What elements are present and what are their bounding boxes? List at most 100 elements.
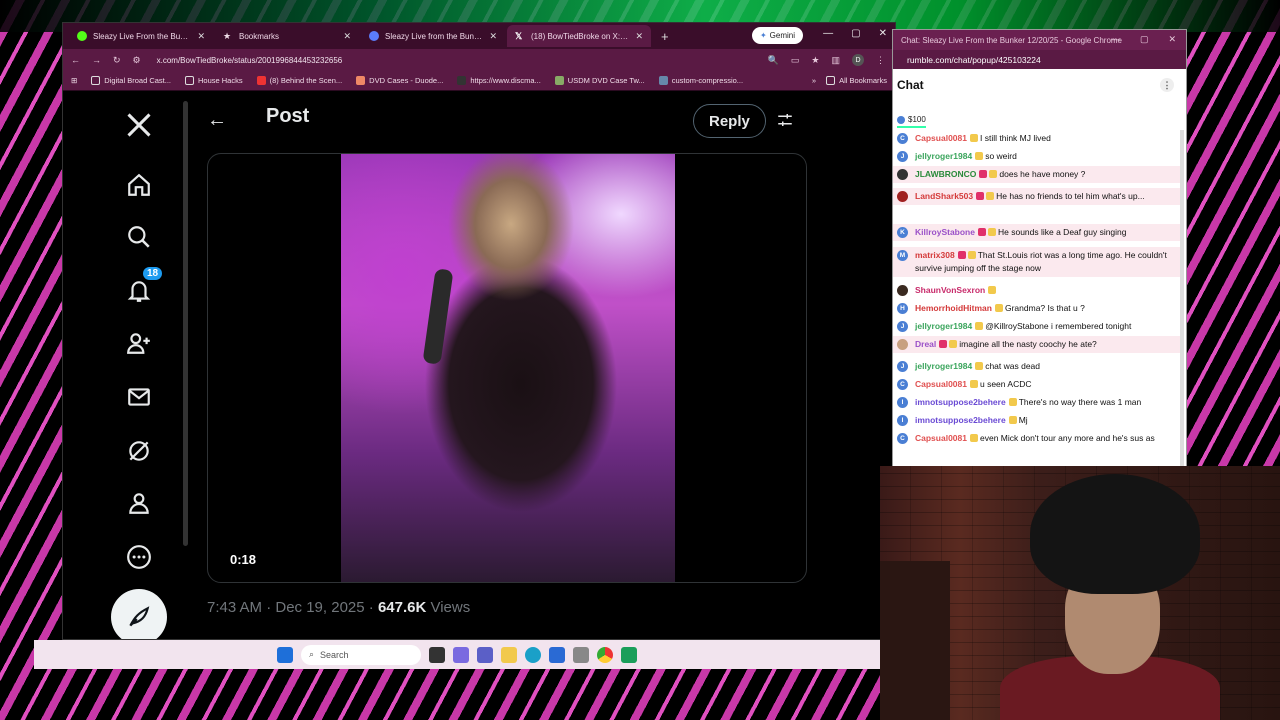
chat-username[interactable]: KillroyStabone <box>915 227 975 237</box>
close-icon[interactable]: ✕ <box>635 31 643 42</box>
copilot-icon[interactable] <box>453 646 469 663</box>
user-avatar[interactable] <box>897 285 908 296</box>
minimize-button[interactable]: — <box>823 28 833 39</box>
user-avatar[interactable]: C <box>897 133 908 144</box>
back-icon[interactable]: ← <box>71 55 80 65</box>
minimize-button[interactable]: — <box>1111 34 1120 45</box>
chrome-icon[interactable] <box>597 646 613 663</box>
video-player[interactable]: 0:18 <box>207 153 807 583</box>
bookmark-item[interactable]: House Hacks <box>185 76 243 85</box>
forward-icon[interactable]: → <box>92 55 101 65</box>
url-input[interactable]: x.com/BowTiedBroke/status/20019968444532… <box>157 56 343 65</box>
windows-start-icon[interactable] <box>277 646 293 663</box>
tab-bookmarks[interactable]: ★ Bookmarks ✕ <box>215 25 359 47</box>
chat-username[interactable]: jellyroger1984 <box>915 151 972 161</box>
more-icon[interactable] <box>109 537 169 577</box>
chat-username[interactable]: jellyroger1984 <box>915 361 972 371</box>
maximize-button[interactable]: ▢ <box>1140 34 1149 45</box>
video-frame[interactable] <box>341 154 675 582</box>
settings-icon[interactable] <box>573 646 589 663</box>
chat-username[interactable]: imnotsuppose2behere <box>915 415 1006 425</box>
bookmark-item[interactable]: DVD Cases - Duode... <box>356 76 443 85</box>
edge-icon[interactable] <box>525 646 541 663</box>
profile-icon[interactable] <box>109 483 169 523</box>
user-avatar[interactable] <box>897 191 908 202</box>
zoom-icon[interactable]: 🔍 <box>768 55 779 66</box>
chat-username[interactable]: jellyroger1984 <box>915 321 972 331</box>
grok-icon[interactable] <box>109 431 169 471</box>
user-avatar[interactable]: C <box>897 379 908 390</box>
bookmark-item[interactable]: https://www.discma... <box>457 76 541 85</box>
close-window-button[interactable]: ✕ <box>1168 34 1176 45</box>
search-icon[interactable] <box>109 217 169 257</box>
tab-sleazy-1[interactable]: Sleazy Live From the Bunker 12/2 ✕ <box>69 25 213 47</box>
task-view-icon[interactable] <box>429 646 445 663</box>
reply-button[interactable]: Reply <box>693 104 766 138</box>
chat-url-bar[interactable]: rumble.com/chat/popup/425103224 <box>893 50 1186 69</box>
chat-username[interactable]: HemorrhoidHitman <box>915 303 992 313</box>
chevron-right-icon[interactable]: » <box>812 76 816 85</box>
notifications-bell-icon[interactable]: 18 <box>109 267 169 311</box>
bookmark-item[interactable]: USDM DVD Case Tw... <box>554 76 645 85</box>
all-bookmarks[interactable]: All Bookmarks <box>826 76 887 85</box>
profile-avatar[interactable]: D <box>852 54 864 66</box>
site-info-icon[interactable]: ⚙ <box>133 55 141 66</box>
close-icon[interactable]: ✕ <box>489 31 497 42</box>
user-avatar[interactable]: I <box>897 397 908 408</box>
reload-icon[interactable]: ↻ <box>113 55 121 66</box>
user-avatar[interactable]: H <box>897 303 908 314</box>
chat-username[interactable]: JLAWBRONCO <box>915 169 976 179</box>
chat-username[interactable]: Dreal <box>915 339 936 349</box>
user-avatar[interactable]: C <box>897 433 908 444</box>
maximize-button[interactable]: ▢ <box>851 28 860 39</box>
close-icon[interactable]: ✕ <box>343 31 351 42</box>
bookmark-item[interactable]: (8) Behind the Scen... <box>256 76 342 85</box>
menu-kebab-icon[interactable]: ⋮ <box>876 55 885 66</box>
rumble-studio-icon[interactable] <box>621 646 637 663</box>
store-icon[interactable] <box>549 646 565 663</box>
chat-menu-icon[interactable]: ⋮ <box>1160 78 1174 92</box>
messages-icon[interactable] <box>109 377 169 417</box>
chat-username[interactable]: Capsual0081 <box>915 379 967 389</box>
sliders-icon[interactable] <box>776 111 794 134</box>
x-logo-icon[interactable] <box>109 105 169 145</box>
user-avatar[interactable]: J <box>897 321 908 332</box>
chat-username[interactable]: imnotsuppose2behere <box>915 397 1006 407</box>
home-icon[interactable] <box>109 165 169 205</box>
back-arrow-icon[interactable]: ← <box>207 109 227 132</box>
file-explorer-icon[interactable] <box>501 646 517 663</box>
post-timestamp[interactable]: 7:43 AM · Dec 19, 2025 · <box>207 599 378 616</box>
rant-pinned[interactable]: $100 <box>897 115 926 128</box>
bookmark-item[interactable]: custom-compressio... <box>658 76 743 85</box>
user-avatar[interactable]: K <box>897 227 908 238</box>
chat-username[interactable]: Capsual0081 <box>915 433 967 443</box>
chat-username[interactable]: matrix308 <box>915 250 955 260</box>
user-avatar[interactable] <box>897 339 908 350</box>
new-tab-button[interactable]: + <box>653 29 677 44</box>
compose-post-button[interactable] <box>111 589 167 639</box>
bookmark-item[interactable]: Digital Broad Cast... <box>91 76 171 85</box>
cast-icon[interactable]: ▭ <box>791 55 800 66</box>
user-avatar[interactable]: J <box>897 151 908 162</box>
scrollbar[interactable] <box>183 101 188 546</box>
apps-grid-icon[interactable]: ⊞ <box>71 76 77 85</box>
gemini-button[interactable]: ✦ Gemini <box>751 27 803 44</box>
user-avatar[interactable] <box>897 169 908 180</box>
chat-username[interactable]: Capsual0081 <box>915 133 967 143</box>
close-window-button[interactable]: ✕ <box>879 28 887 39</box>
chat-scrollbar[interactable] <box>1180 130 1184 466</box>
user-avatar[interactable]: I <box>897 415 908 426</box>
chat-messages: C Capsual0081 I still think MJ lived Jjelly… <box>893 130 1181 466</box>
tab-x-post[interactable]: 𝕏 (18) BowTiedBroke on X: "I love ✕ <box>507 25 651 47</box>
close-icon[interactable]: ✕ <box>197 31 205 42</box>
sidepanel-icon[interactable]: ▥ <box>831 55 840 66</box>
chat-username[interactable]: LandShark503 <box>915 191 973 201</box>
user-avatar[interactable]: J <box>897 361 908 372</box>
user-avatar[interactable]: M <box>897 250 908 261</box>
bookmark-star-icon[interactable]: ★ <box>811 55 819 66</box>
teams-icon[interactable] <box>477 646 493 663</box>
chat-username[interactable]: ShaunVonSexron <box>915 285 985 295</box>
tab-sleazy-2[interactable]: Sleazy Live from the Bunker 12/ ✕ <box>361 25 505 47</box>
follow-icon[interactable] <box>109 323 169 363</box>
taskbar-search[interactable]: ⌕ Search <box>301 644 421 665</box>
